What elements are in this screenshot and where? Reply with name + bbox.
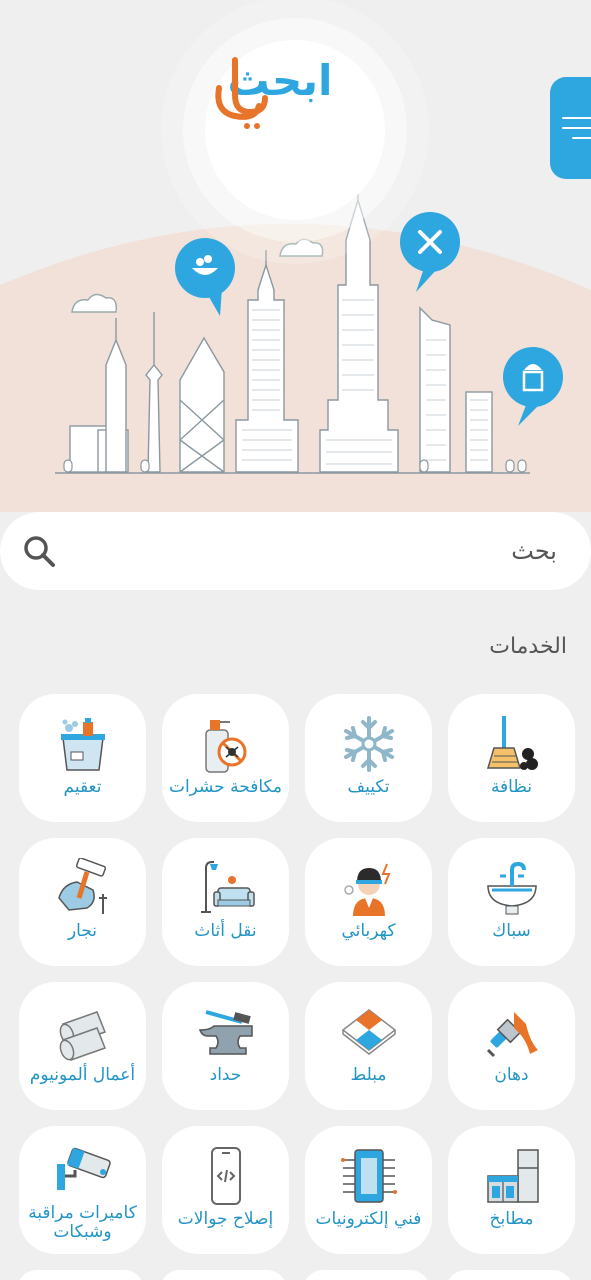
- search-icon[interactable]: [22, 534, 56, 568]
- app-logo: ابحث: [205, 40, 385, 220]
- service-card-aluminum[interactable]: أعمال ألمونيوم: [19, 982, 146, 1110]
- service-label: مكافحة حشرات: [168, 777, 283, 797]
- hero-banner: ابحث: [0, 0, 591, 512]
- service-label: كاميرات مراقبة وشبكات: [28, 1203, 137, 1242]
- service-card-sanitize[interactable]: تعقيم: [19, 694, 146, 822]
- snowflake-icon: [343, 716, 394, 772]
- service-label: تكييف: [347, 777, 390, 797]
- service-card-tiler[interactable]: مبلط: [305, 982, 432, 1110]
- svg-text:ابحث: ابحث: [228, 56, 333, 105]
- service-label: مطابخ: [489, 1209, 534, 1229]
- logo-mark: ابحث: [215, 56, 333, 129]
- hammer-hand-icon: [57, 858, 107, 914]
- service-label: أعمال ألمونيوم: [29, 1065, 136, 1085]
- service-card-cleaning[interactable]: نظافة: [448, 694, 575, 822]
- service-card-partial[interactable]: [303, 1270, 430, 1280]
- sofa-lamp-icon: [200, 861, 255, 913]
- services-title: الخدمات: [489, 634, 567, 659]
- sink-icon: [486, 861, 537, 915]
- search-bar[interactable]: بحث: [0, 512, 591, 590]
- tiles-icon: [341, 1009, 396, 1055]
- service-card-partial[interactable]: [160, 1270, 287, 1280]
- services-grid: نظافة تكييف مكافحة حشرات تعقيم سباك كهرب…: [17, 694, 575, 1254]
- menu-button[interactable]: [550, 77, 591, 179]
- service-card-electrician[interactable]: كهربائي: [305, 838, 432, 966]
- service-label: نظافة: [490, 777, 533, 797]
- circuit-board-icon: [340, 1149, 397, 1203]
- service-label: نجار: [67, 921, 98, 941]
- service-card-carpenter[interactable]: نجار: [19, 838, 146, 966]
- service-label: سباك: [492, 921, 531, 941]
- service-card-partial[interactable]: [446, 1270, 573, 1280]
- pest-spray-icon: [204, 720, 246, 773]
- service-card-blacksmith[interactable]: حداد: [162, 982, 289, 1110]
- service-card-plumber[interactable]: سباك: [448, 838, 575, 966]
- service-label: إصلاح جوالات: [177, 1209, 274, 1229]
- service-label: مبلط: [350, 1065, 387, 1085]
- broom-icon: [486, 716, 538, 770]
- service-card-kitchens[interactable]: مطابخ: [448, 1126, 575, 1254]
- service-card-ac[interactable]: تكييف: [305, 694, 432, 822]
- service-label: دهان: [494, 1065, 529, 1085]
- phone-code-icon: [210, 1147, 241, 1205]
- service-card-cctv[interactable]: كاميرات مراقبة وشبكات: [19, 1126, 146, 1254]
- service-label: نقل أثاث: [194, 921, 257, 941]
- service-card-painter[interactable]: دهان: [448, 982, 575, 1110]
- service-label: تعقيم: [63, 777, 102, 797]
- service-card-furniture-moving[interactable]: نقل أثاث: [162, 838, 289, 966]
- service-card-pest-control[interactable]: مكافحة حشرات: [162, 694, 289, 822]
- cctv-camera-icon: [56, 1147, 111, 1190]
- service-label: كهربائي: [341, 921, 396, 941]
- search-placeholder: بحث: [511, 537, 557, 565]
- service-card-phone-repair[interactable]: إصلاح جوالات: [162, 1126, 289, 1254]
- service-label: فني إلكترونيات: [315, 1209, 422, 1229]
- anvil-icon: [198, 1010, 253, 1055]
- paint-brush-icon: [486, 1012, 538, 1058]
- hamburger-icon: [562, 113, 591, 143]
- service-label: حداد: [209, 1065, 242, 1085]
- electrician-icon: [343, 863, 390, 916]
- sanitize-bucket-icon: [60, 718, 105, 771]
- services-next-row: [17, 1270, 575, 1280]
- kitchen-cabinet-icon: [486, 1149, 539, 1203]
- aluminum-pipes-icon: [59, 1011, 106, 1061]
- service-card-partial[interactable]: [17, 1270, 144, 1280]
- service-card-electronics[interactable]: فني إلكترونيات: [305, 1126, 432, 1254]
